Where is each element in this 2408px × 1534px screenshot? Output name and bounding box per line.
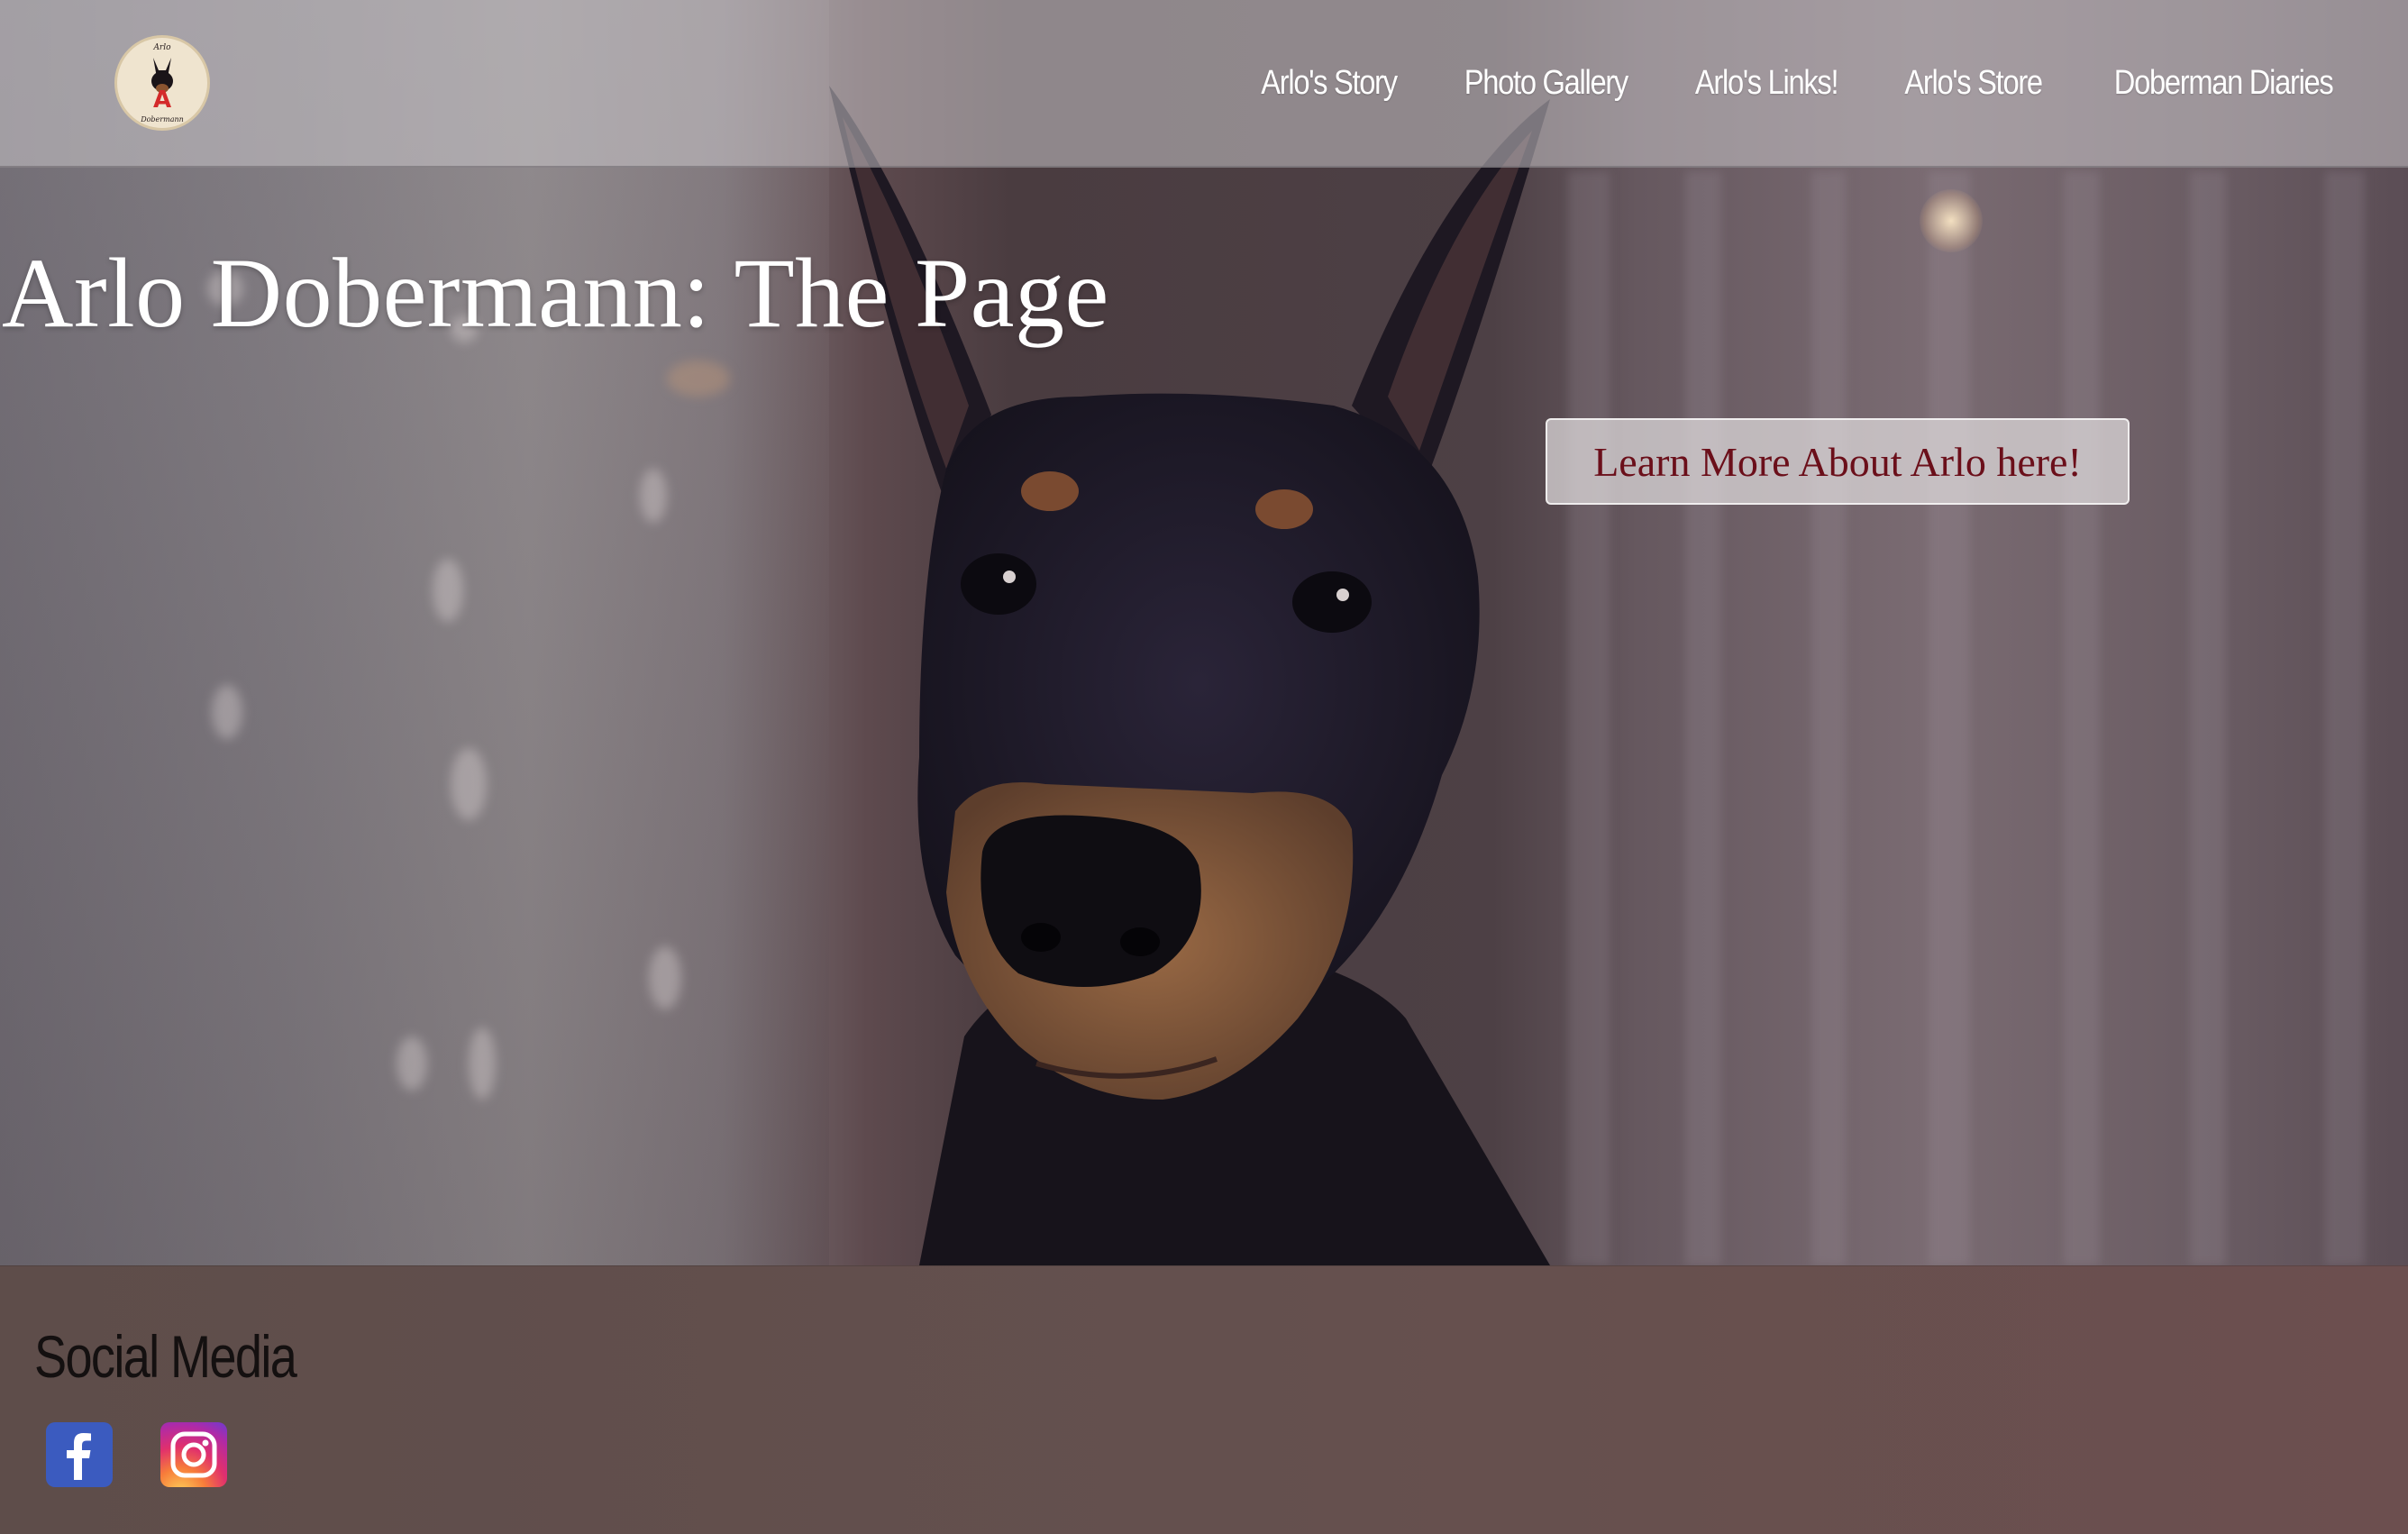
nav-link-arlos-store[interactable]: Arlo's Store (1904, 64, 2043, 103)
learn-more-button[interactable]: Learn More About Arlo here! (1546, 418, 2130, 505)
instagram-glyph (170, 1431, 217, 1478)
instagram-icon[interactable] (160, 1422, 227, 1487)
nav-links: Arlo's Story Photo Gallery Arlo's Links!… (1250, 0, 2350, 166)
facebook-icon[interactable] (46, 1422, 113, 1487)
nav-link-arlos-links[interactable]: Arlo's Links! (1695, 64, 1839, 103)
social-media-heading: Social Media (34, 1323, 297, 1390)
doberman-dog-illustration (829, 86, 1550, 1265)
page-title: Arlo Dobermann: The Page (2, 238, 1109, 348)
nav-link-arlos-story[interactable]: Arlo's Story (1261, 64, 1398, 103)
footer: Social Media (0, 1265, 2408, 1534)
nav-link-doberman-diaries[interactable]: Doberman Diaries (2114, 64, 2334, 103)
hero-background-image (0, 0, 2408, 1265)
top-navigation-bar: Arlo A Dobermann Arlo's Story Photo Gall… (0, 0, 2408, 168)
site-logo[interactable]: Arlo A Dobermann (117, 38, 207, 128)
logo-letter: A (152, 87, 172, 114)
nav-link-photo-gallery[interactable]: Photo Gallery (1464, 64, 1628, 103)
logo-text-bottom: Dobermann (141, 115, 184, 123)
facebook-glyph (67, 1433, 91, 1480)
logo-text-top: Arlo (153, 43, 171, 52)
